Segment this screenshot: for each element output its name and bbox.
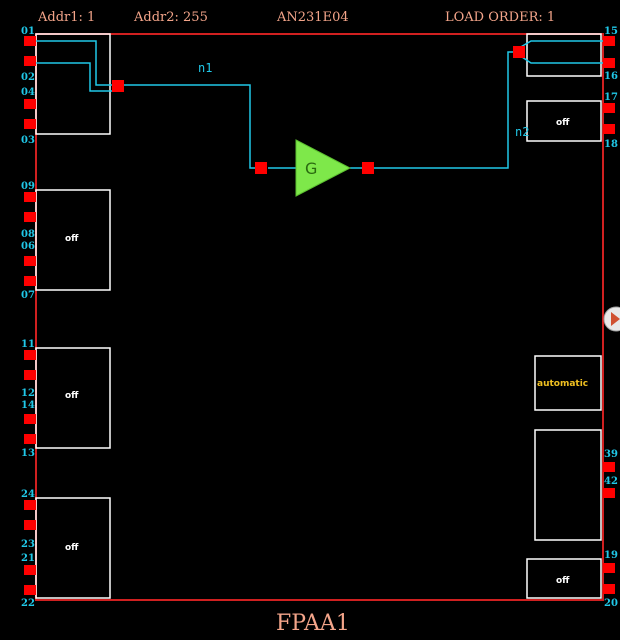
- fpaa-canvas: Addr1: 1 Addr2: 255 AN231E04 LOAD ORDER:…: [0, 0, 620, 640]
- pin-label-19: 19: [604, 550, 618, 561]
- io-block-right-5-status: off: [556, 576, 570, 586]
- addr2-label: Addr2: 255: [133, 10, 208, 25]
- pin-pad[interactable]: [24, 36, 36, 46]
- pin-pad[interactable]: [603, 58, 615, 68]
- pin-label-21: 21: [21, 553, 35, 564]
- pin-label-02: 02: [21, 72, 35, 83]
- pin-pad[interactable]: [603, 103, 615, 113]
- net-n2-wire: [369, 51, 519, 169]
- pin-label-17: 17: [604, 92, 618, 103]
- pin-pad[interactable]: [24, 99, 36, 109]
- io-block-left-2-status: off: [65, 234, 79, 244]
- expand-arrow-icon[interactable]: [603, 306, 620, 332]
- gain-amplifier[interactable]: G: [295, 139, 352, 197]
- pin-label-13: 13: [21, 448, 35, 459]
- pin-label-06: 06: [21, 241, 35, 252]
- pin-pad[interactable]: [603, 563, 615, 573]
- pin-pad[interactable]: [24, 256, 36, 266]
- pin-pad[interactable]: [603, 488, 615, 498]
- pin-label-01: 01: [21, 26, 35, 37]
- io-block-right-3-status: automatic: [537, 379, 588, 389]
- pin-pad[interactable]: [603, 124, 615, 134]
- pin-pad[interactable]: [24, 434, 36, 444]
- pin-label-22: 22: [21, 598, 35, 609]
- connection-pad[interactable]: [513, 46, 525, 58]
- net-n1-wire: [119, 84, 261, 169]
- wires: [25, 40, 609, 169]
- pin-label-11: 11: [21, 339, 35, 350]
- wire-pin16: [518, 54, 609, 64]
- pin-pad[interactable]: [24, 500, 36, 510]
- addr1-label: Addr1: 1: [37, 10, 95, 25]
- fpaa-diagram: Addr1: 1 Addr2: 255 AN231E04 LOAD ORDER:…: [21, 10, 620, 636]
- wire-pin15: [518, 40, 609, 49]
- pin-pad[interactable]: [24, 276, 36, 286]
- chip-label: AN231E04: [276, 10, 349, 25]
- pin-pad[interactable]: [24, 414, 36, 424]
- pin-label-15: 15: [604, 26, 618, 37]
- pin-pad[interactable]: [603, 462, 615, 472]
- net-n1-label: n1: [198, 61, 212, 75]
- pin-pad[interactable]: [24, 565, 36, 575]
- io-block-left-3-status: off: [65, 391, 79, 401]
- load-order-label: LOAD ORDER: 1: [445, 10, 555, 25]
- pin-label-39: 39: [604, 449, 618, 460]
- io-block-left-1[interactable]: [35, 33, 111, 135]
- pin-label-08: 08: [21, 229, 35, 240]
- pin-pad[interactable]: [24, 56, 36, 66]
- pin-pad[interactable]: [24, 585, 36, 595]
- pin-pad[interactable]: [24, 192, 36, 202]
- pin-pad[interactable]: [603, 36, 615, 46]
- pin-pad[interactable]: [24, 370, 36, 380]
- pin-label-23: 23: [21, 539, 35, 550]
- pin-pad[interactable]: [24, 119, 36, 129]
- pin-label-42: 42: [604, 476, 618, 487]
- amplifier-label: G: [305, 159, 317, 178]
- pin-label-16: 16: [604, 71, 618, 82]
- pin-label-07: 07: [21, 290, 35, 301]
- left-pins: [24, 36, 36, 595]
- pin-pad[interactable]: [24, 350, 36, 360]
- connection-pad[interactable]: [112, 80, 124, 92]
- pin-label-20: 20: [604, 598, 618, 609]
- io-block-right-4[interactable]: [534, 429, 602, 541]
- io-block-left-4-status: off: [65, 543, 79, 553]
- pin-pad[interactable]: [24, 520, 36, 530]
- pin-label-24: 24: [21, 489, 35, 500]
- pin-pad[interactable]: [603, 584, 615, 594]
- chip-border: [35, 33, 604, 601]
- io-block-right-2-status: off: [556, 118, 570, 128]
- pin-label-14: 14: [21, 400, 35, 411]
- wire-pin02: [25, 62, 117, 92]
- pin-label-03: 03: [21, 135, 35, 146]
- connection-pad[interactable]: [255, 162, 267, 174]
- connection-pad[interactable]: [362, 162, 374, 174]
- net-n2-label: n2: [515, 125, 529, 139]
- pin-label-09: 09: [21, 181, 35, 192]
- pin-label-04: 04: [21, 87, 35, 98]
- fpaa-name-label: FPAA1: [276, 611, 350, 636]
- pin-label-12: 12: [21, 388, 35, 399]
- pin-label-18: 18: [604, 139, 618, 150]
- pin-pad[interactable]: [24, 212, 36, 222]
